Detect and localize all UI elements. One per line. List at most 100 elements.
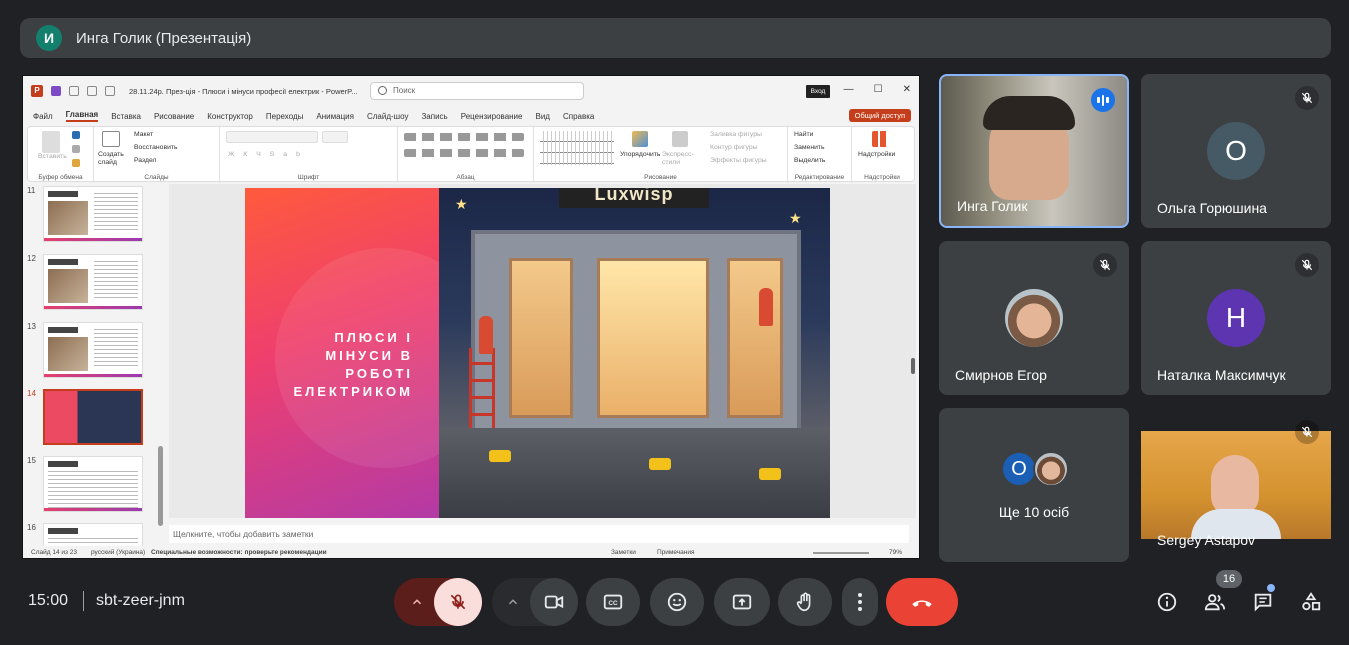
participant-tile[interactable]: Н Наталка Максимчук xyxy=(1141,241,1331,395)
arrange-button[interactable]: Упорядочить xyxy=(620,151,660,158)
shapes-gallery[interactable] xyxy=(540,131,614,165)
zoom-slider[interactable] xyxy=(813,552,869,554)
current-slide[interactable]: ПЛЮСИ І МІНУСИ В РОБОТІ ЕЛЕКТРИКОМ ★ ★ L… xyxy=(245,188,830,518)
section-button[interactable]: Раздел xyxy=(134,157,156,164)
reset-button[interactable]: Восстановить xyxy=(134,144,178,151)
quick-styles-button[interactable]: Экспресс-стили xyxy=(662,151,696,167)
list-icons[interactable] xyxy=(404,133,524,141)
paste-icon[interactable] xyxy=(42,131,60,153)
undo-icon[interactable] xyxy=(69,86,79,96)
select-button[interactable]: Выделить xyxy=(794,157,825,164)
login-button[interactable]: Вход xyxy=(806,85,830,98)
editing-group-label: Редактирование xyxy=(794,174,845,181)
meeting-info-button[interactable] xyxy=(1155,590,1179,614)
tab-draw[interactable]: Рисование xyxy=(154,112,194,121)
camera-icon xyxy=(544,595,564,609)
chat-icon xyxy=(1254,593,1272,612)
captions-button[interactable]: CC xyxy=(586,578,640,626)
others-count-label: Ще 10 осіб xyxy=(998,504,1070,520)
drawing-group-label: Рисование xyxy=(644,174,677,181)
raise-hand-button[interactable] xyxy=(778,578,832,626)
slide-scrollbar[interactable] xyxy=(909,184,917,518)
tab-home[interactable]: Главная xyxy=(65,110,99,122)
people-button[interactable] xyxy=(1203,590,1227,614)
participant-avatar: О xyxy=(1001,451,1037,487)
tab-slideshow[interactable]: Слайд-шоу xyxy=(367,112,408,121)
notes-toggle[interactable]: Заметки xyxy=(611,549,636,556)
participant-avatar: Н xyxy=(1207,289,1265,347)
slide-number: 12 xyxy=(27,254,36,263)
slide-thumbnail[interactable] xyxy=(43,186,143,242)
tab-record[interactable]: Запись xyxy=(421,112,447,121)
copy-icon[interactable] xyxy=(72,145,80,153)
participant-tile[interactable]: Sergey Astapov xyxy=(1141,408,1331,562)
powerpoint-search[interactable]: Поиск xyxy=(370,82,584,100)
tab-design[interactable]: Конструктор xyxy=(207,112,253,121)
participant-tile[interactable]: Инга Голик xyxy=(939,74,1129,228)
tab-view[interactable]: Вид xyxy=(535,112,549,121)
find-button[interactable]: Найти xyxy=(794,131,813,138)
chat-button[interactable] xyxy=(1251,590,1275,614)
participant-tile[interactable]: О Ольга Горюшина xyxy=(1141,74,1331,228)
close-icon[interactable]: ✕ xyxy=(903,84,911,95)
layout-button[interactable]: Макет xyxy=(134,131,153,138)
slide-thumbnail-selected[interactable] xyxy=(43,389,143,445)
tab-file[interactable]: Файл xyxy=(33,112,53,121)
zoom-level[interactable]: 79% xyxy=(889,549,902,556)
font-format-icons[interactable]: ЖКЧSab xyxy=(228,151,309,158)
tab-transitions[interactable]: Переходы xyxy=(266,112,304,121)
notes-field[interactable]: Щелкните, чтобы добавить заметки xyxy=(169,525,909,543)
present-icon[interactable] xyxy=(105,86,115,96)
addins-icon[interactable] xyxy=(872,131,888,147)
slide-thumbnail[interactable] xyxy=(43,254,143,310)
slide-thumbnail[interactable] xyxy=(43,456,143,512)
shape-fill-button[interactable]: Заливка фигуры xyxy=(710,131,762,138)
maximize-icon[interactable]: ☐ xyxy=(874,84,883,95)
others-tile[interactable]: О Ще 10 осіб xyxy=(939,408,1129,562)
slide-thumbnail[interactable] xyxy=(43,322,143,378)
tab-insert[interactable]: Вставка xyxy=(111,112,141,121)
star-icon: ★ xyxy=(455,196,468,212)
font-name-select[interactable] xyxy=(226,131,318,143)
chat-notification-dot xyxy=(1267,584,1275,592)
tab-animations[interactable]: Анимация xyxy=(316,112,354,121)
camera-toggle-button[interactable] xyxy=(530,578,578,626)
slide-thumbnail[interactable] xyxy=(43,523,143,546)
camera-options-button[interactable] xyxy=(492,578,534,626)
replace-button[interactable]: Заменить xyxy=(794,144,825,151)
addins-button[interactable]: Надстройки xyxy=(858,151,895,158)
panel-scrollbar[interactable] xyxy=(158,446,163,526)
camera-control-group xyxy=(492,578,578,626)
present-screen-icon xyxy=(732,594,752,610)
end-call-button[interactable] xyxy=(886,578,958,626)
redo-icon[interactable] xyxy=(87,86,97,96)
comments-toggle[interactable]: Примечания xyxy=(657,549,695,556)
activities-button[interactable] xyxy=(1299,590,1323,614)
minimize-icon[interactable]: — xyxy=(844,84,854,95)
addins-group-label: Надстройки xyxy=(864,174,900,181)
mic-toggle-button[interactable] xyxy=(434,578,482,626)
cut-icon[interactable] xyxy=(72,131,80,139)
participant-tile[interactable]: Смирнов Егор xyxy=(939,241,1129,395)
font-size-select[interactable] xyxy=(322,131,348,143)
arrange-icon[interactable] xyxy=(632,131,648,147)
paste-button[interactable]: Вставить xyxy=(38,153,67,160)
language-status[interactable]: русский (Украина) xyxy=(91,549,145,556)
emoji-icon xyxy=(667,592,687,612)
tab-review[interactable]: Рецензирование xyxy=(461,112,523,121)
align-icons[interactable] xyxy=(404,149,524,157)
new-slide-button[interactable]: Создать слайд xyxy=(98,151,128,167)
share-button[interactable]: Общий доступ xyxy=(848,109,911,122)
reactions-button[interactable] xyxy=(650,578,704,626)
tab-help[interactable]: Справка xyxy=(563,112,594,121)
present-screen-button[interactable] xyxy=(714,578,770,626)
accessibility-status[interactable]: Специальные возможности: проверьте реком… xyxy=(151,549,327,556)
save-icon[interactable] xyxy=(51,86,61,96)
shape-effects-button[interactable]: Эффекты фигуры xyxy=(710,157,767,164)
format-painter-icon[interactable] xyxy=(72,159,80,167)
quick-styles-icon[interactable] xyxy=(672,131,688,147)
shape-outline-button[interactable]: Контур фигуры xyxy=(710,144,758,151)
participant-hair xyxy=(983,96,1075,130)
more-options-button[interactable] xyxy=(842,578,878,626)
new-slide-icon[interactable] xyxy=(102,131,120,147)
